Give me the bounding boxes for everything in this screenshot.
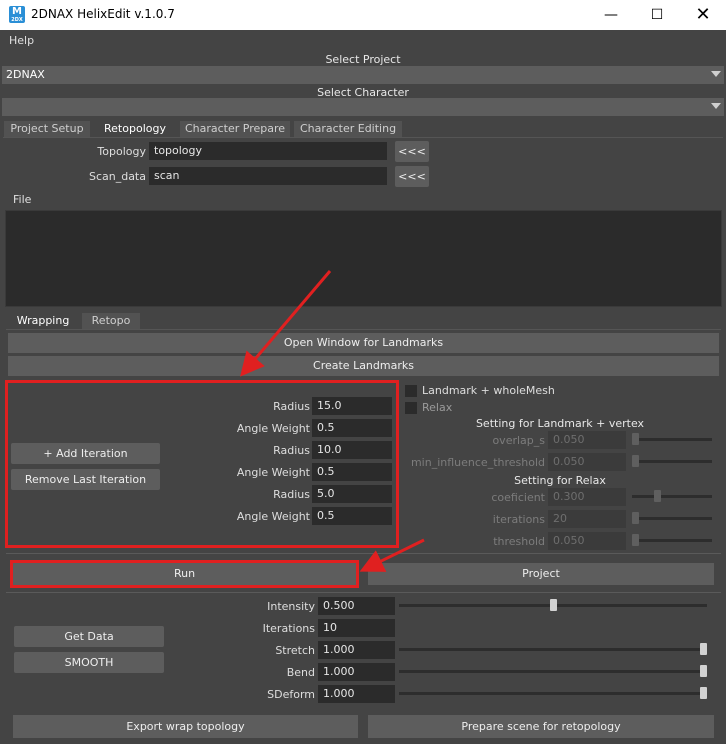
arrow-to-iterations-icon <box>240 270 332 377</box>
annotation-arrows <box>240 270 425 572</box>
arrow-to-run-icon <box>359 538 425 572</box>
